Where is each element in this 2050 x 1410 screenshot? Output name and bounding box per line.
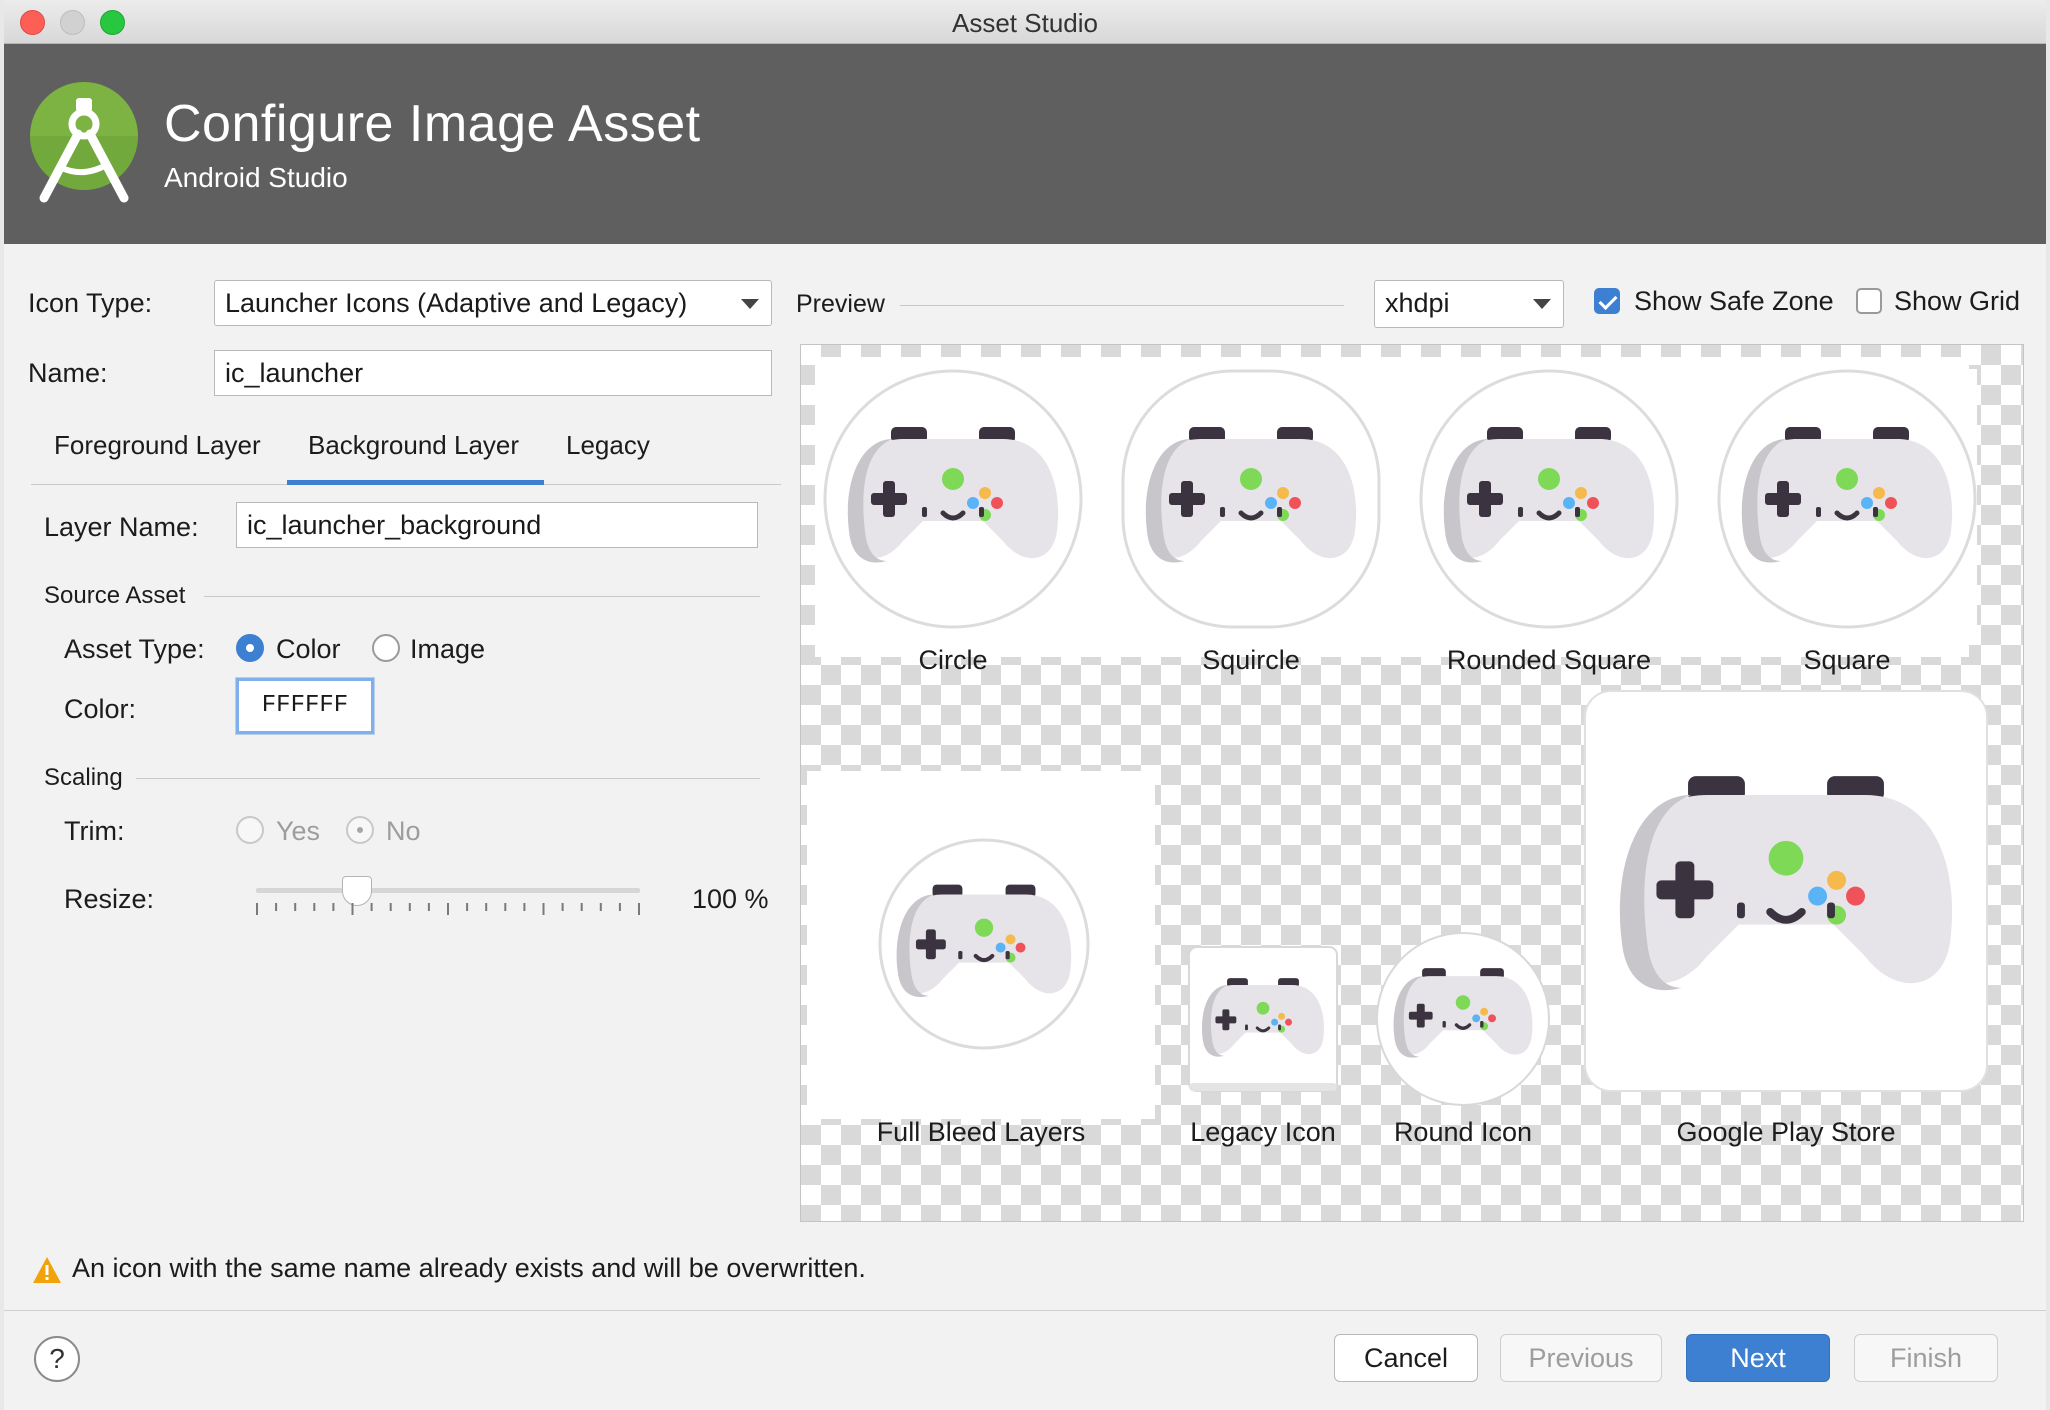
play-store-preview [1581,687,1991,1097]
color-field[interactable]: FFFFFF [236,678,374,734]
round-icon-preview [1375,931,1551,1107]
squircle-preview [1119,367,1383,631]
round-icon-label: Round Icon [1393,1117,1533,1147]
footer-divider [4,1310,2046,1311]
show-grid-checkbox[interactable] [1856,288,1882,314]
circle-label: Circle [918,645,988,675]
trim-yes-label[interactable]: Yes [276,816,320,847]
trim-label: Trim: [64,816,125,846]
circle-preview [821,367,1085,631]
density-value: xhdpi [1385,288,1450,318]
show-grid-label[interactable]: Show Grid [1894,286,2020,317]
rounded-square-preview [1417,367,1681,631]
finish-button[interactable]: Finish [1854,1334,1998,1382]
legacy-icon-label: Legacy Icon [1190,1117,1336,1147]
header-title: Configure Image Asset [164,95,701,153]
title-bar: Asset Studio [4,0,2046,44]
android-studio-logo [30,82,138,203]
cancel-button[interactable]: Cancel [1334,1334,1478,1382]
show-safe-zone-label[interactable]: Show Safe Zone [1634,286,1834,317]
source-asset-heading: Source Asset [44,582,186,609]
square-label: Square [1803,645,1891,675]
icon-type-dropdown[interactable]: Launcher Icons (Adaptive and Legacy) [214,280,772,326]
play-store-label: Google Play Store [1676,1117,1896,1147]
asset-studio-window: Asset Studio Configure Image Asset Andro… [4,0,2046,1410]
resize-slider-track[interactable] [256,888,640,893]
full-bleed-label: Full Bleed Layers [876,1117,1086,1147]
layer-name-label: Layer Name: [44,512,199,542]
trim-yes-radio[interactable] [236,816,264,844]
wizard-header: Configure Image Asset Android Studio [4,44,2046,244]
warning-icon [33,1257,61,1283]
squircle-label: Squircle [1202,645,1300,675]
scaling-heading: Scaling [44,764,123,791]
next-button[interactable]: Next [1686,1334,1830,1382]
resize-slider-thumb[interactable] [342,876,372,906]
scaling-divider [136,778,760,779]
asset-type-label: Asset Type: [64,634,205,664]
source-asset-divider [204,596,760,597]
header-subtitle: Android Studio [164,162,348,193]
asset-type-color-radio[interactable] [236,634,264,662]
square-preview [1715,367,1979,631]
previous-button[interactable]: Previous [1500,1334,1662,1382]
icon-type-label: Icon Type: [28,288,153,318]
resize-slider-ticks [256,903,640,915]
tab-foreground-layer[interactable]: Foreground Layer [54,430,261,461]
trim-no-label[interactable]: No [386,816,421,847]
full-bleed-preview [877,837,1091,1051]
legacy-icon-preview [1185,943,1341,1095]
color-label: Color: [64,694,137,724]
resize-value: 100 % [692,884,769,914]
overwrite-warning-text: An icon with the same name already exist… [72,1253,866,1283]
asset-type-image-radio[interactable] [372,634,400,662]
asset-type-color-label[interactable]: Color [276,634,341,665]
preview-heading: Preview [796,290,885,318]
density-dropdown[interactable]: xhdpi [1374,280,1564,328]
rounded-square-label: Rounded Square [1446,645,1652,675]
icon-type-value: Launcher Icons (Adaptive and Legacy) [225,288,688,318]
preview-divider [900,305,1344,306]
name-input[interactable]: ic_launcher [214,350,772,396]
help-button[interactable]: ? [34,1336,80,1382]
trim-no-radio[interactable] [346,816,374,844]
asset-type-image-label[interactable]: Image [410,634,485,665]
tab-background-layer[interactable]: Background Layer [308,430,519,461]
chevron-down-icon [1533,299,1551,309]
resize-label: Resize: [64,884,155,914]
preview-canvas: Circle Squircle Rounded Square Square Fu… [800,344,2024,1222]
show-safe-zone-checkbox[interactable] [1594,288,1620,314]
layer-name-input[interactable]: ic_launcher_background [236,502,758,548]
chevron-down-icon [741,299,759,309]
selected-tab-indicator [287,480,544,485]
window-title: Asset Studio [952,8,1098,38]
tab-legacy[interactable]: Legacy [566,430,650,461]
name-label: Name: [28,358,108,388]
